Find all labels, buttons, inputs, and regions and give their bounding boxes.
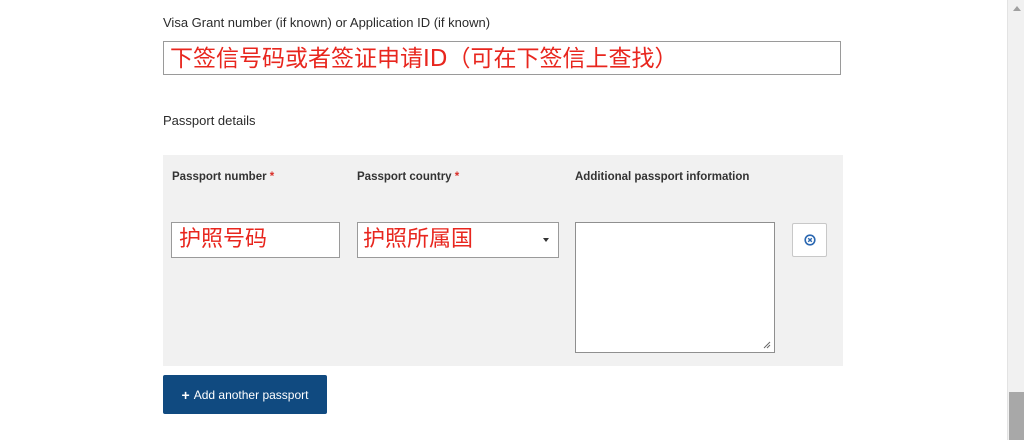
additional-info-label: Additional passport information xyxy=(575,171,750,183)
passport-country-label: Passport country * xyxy=(357,171,459,183)
vertical-scrollbar[interactable] xyxy=(1007,0,1024,440)
remove-circle-icon xyxy=(803,234,816,246)
visa-grant-input[interactable]: 下签信号码或者签证申请ID（可在下签信上查找） xyxy=(163,41,841,75)
passport-number-input[interactable]: 护照号码 xyxy=(171,222,340,258)
resize-handle-icon[interactable] xyxy=(763,341,771,349)
page: Visa Grant number (if known) or Applicat… xyxy=(0,0,1024,440)
remove-passport-button[interactable] xyxy=(792,223,827,257)
passport-number-label: Passport number * xyxy=(172,171,274,183)
passport-country-label-text: Passport country xyxy=(357,171,452,183)
additional-info-textarea[interactable] xyxy=(575,222,775,353)
visa-grant-label: Visa Grant number (if known) or Applicat… xyxy=(163,15,491,30)
required-marker: * xyxy=(269,171,275,183)
required-marker: * xyxy=(454,171,460,183)
passport-country-value: 护照所属国 xyxy=(363,227,474,252)
scroll-up-icon[interactable] xyxy=(1013,6,1021,11)
add-another-passport-button[interactable]: + Add another passport xyxy=(163,375,327,414)
passport-country-select[interactable]: 护照所属国 xyxy=(357,222,559,258)
scrollbar-thumb[interactable] xyxy=(1009,392,1024,440)
passport-number-label-text: Passport number xyxy=(172,171,267,183)
passport-details-heading: Passport details xyxy=(163,113,256,128)
plus-icon: + xyxy=(181,386,190,403)
add-another-passport-label: Add another passport xyxy=(193,387,309,402)
chevron-down-icon xyxy=(543,238,549,242)
